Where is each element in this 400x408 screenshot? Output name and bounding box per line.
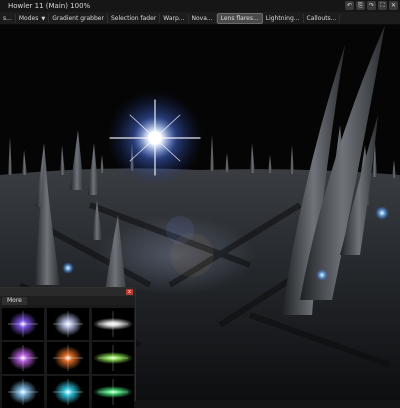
- preset-thumbnail-orange-glow[interactable]: [47, 342, 89, 374]
- menu-item-6[interactable]: Lens flares...: [216, 12, 263, 24]
- preset-thumbnail-purple-flare[interactable]: [2, 308, 44, 340]
- cyan-halo-icon: [47, 376, 89, 408]
- menu-item-5[interactable]: Nova...: [189, 13, 217, 23]
- menu-item-4[interactable]: Warp...: [160, 13, 189, 23]
- preset-thumbnail-soft-flare[interactable]: [47, 308, 89, 340]
- blue-sparkle-icon: [2, 376, 44, 408]
- menu-item-0[interactable]: s...: [0, 13, 16, 23]
- title-bar: Howler 11 (Main) 100% ↶ ⎘ ↷ ⛶ ✕: [0, 0, 400, 12]
- window-title: Howler 11 (Main) 100%: [8, 2, 91, 10]
- green-burst-icon: [92, 342, 134, 374]
- purple-flare-icon: [2, 308, 44, 340]
- menu-item-label: s...: [3, 14, 12, 22]
- preset-thumbnail-magenta-star[interactable]: [2, 342, 44, 374]
- preset-thumbnail-streak-flare[interactable]: [92, 308, 134, 340]
- orange-glow-icon: [47, 342, 89, 374]
- panel-header: x: [0, 288, 135, 296]
- preset-thumbnail-cyan-halo[interactable]: [47, 376, 89, 408]
- panel-tabs: More: [0, 296, 135, 305]
- menu-item-label: Gradient grabber: [52, 14, 104, 22]
- undo-icon[interactable]: ↶: [345, 1, 354, 10]
- soft-flare-icon: [47, 308, 89, 340]
- redo-icon[interactable]: ↷: [367, 1, 376, 10]
- tab-more[interactable]: More: [2, 297, 27, 305]
- close-icon[interactable]: ✕: [389, 1, 398, 10]
- menu-item-2[interactable]: Gradient grabber: [49, 13, 108, 23]
- preset-thumbnail-green-ring[interactable]: [92, 376, 134, 408]
- menu-item-label: Selection fader: [110, 14, 157, 22]
- menu-item-label: Modes: [18, 14, 39, 22]
- presets-panel: x More: [0, 287, 136, 408]
- menu-bar: s... Modes ▼ Gradient grabber Selection fade…: [0, 12, 400, 25]
- menu-item-label: Callouts...: [306, 14, 337, 22]
- preset-thumbnails: [2, 308, 134, 408]
- menu-item-1[interactable]: Modes ▼: [16, 13, 50, 23]
- menu-item-3[interactable]: Selection fader: [108, 13, 161, 23]
- menu-item-label: Lightning...: [265, 14, 300, 22]
- panel-close-button[interactable]: x: [126, 289, 133, 295]
- window-controls: ↶ ⎘ ↷ ⛶ ✕: [345, 1, 398, 10]
- preset-thumbnail-blue-sparkle[interactable]: [2, 376, 44, 408]
- fullscreen-icon[interactable]: ⛶: [378, 1, 387, 10]
- menu-item-label: Nova...: [191, 14, 213, 22]
- streak-flare-icon: [92, 308, 134, 340]
- menu-item-7[interactable]: Lightning...: [263, 13, 304, 23]
- green-ring-icon: [92, 376, 134, 408]
- menu-item-label: Warp...: [163, 14, 185, 22]
- menu-item-label: Lens flares...: [220, 14, 259, 22]
- magenta-star-icon: [2, 342, 44, 374]
- preset-thumbnail-green-burst[interactable]: [92, 342, 134, 374]
- copy-icon[interactable]: ⎘: [356, 1, 365, 10]
- chevron-down-icon: ▼: [41, 15, 46, 22]
- menu-item-8[interactable]: Callouts...: [304, 13, 341, 23]
